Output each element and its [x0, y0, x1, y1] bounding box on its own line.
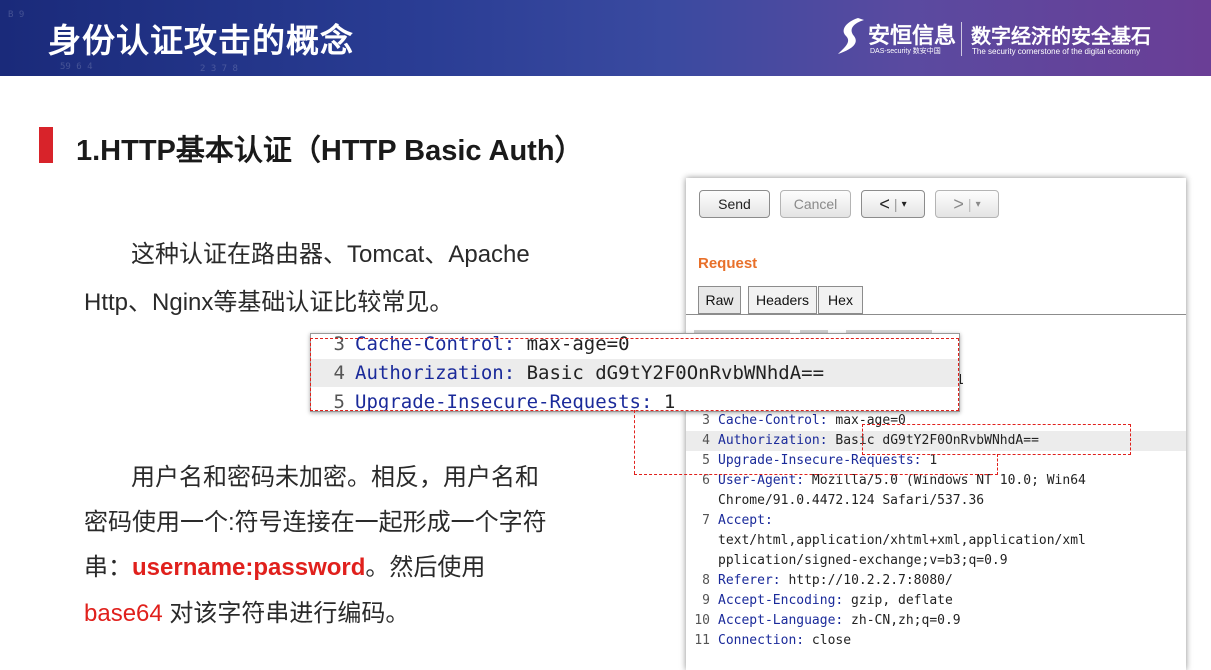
- header-key: Accept-Encoding:: [718, 593, 844, 608]
- header-line: Chrome/91.0.4472.124 Safari/537.36: [686, 491, 1186, 511]
- paragraph-2-line-3: 串：username:password。然后使用: [84, 547, 485, 582]
- page-title: 身份认证攻击的概念: [48, 22, 354, 59]
- base64-term: base64: [84, 600, 163, 627]
- header-key: Connection:: [718, 633, 805, 648]
- paragraph-2-line-1: 用户名和密码未加密。相反，用户名和: [131, 464, 539, 491]
- decor-digits: B 9: [8, 10, 25, 20]
- back-dropdown-icon: ▾: [901, 198, 907, 210]
- tab-headers[interactable]: Headers: [748, 286, 817, 314]
- forward-arrow-icon: >: [953, 193, 964, 214]
- header-value: zh-CN,zh;q=0.9: [843, 613, 961, 628]
- header-value: close: [804, 633, 852, 648]
- header-key: Upgrade-Insecure-Requests:: [718, 453, 922, 468]
- line-number: 7: [702, 513, 710, 528]
- paragraph-2-line-4-post: 对该字符串进行编码。: [162, 600, 410, 627]
- paragraph-2-line-2: 密码使用一个:符号连接在一起形成一个字符: [84, 509, 547, 536]
- zoom-highlight-box: [310, 338, 959, 411]
- logo-subname: DAS-security 数安中国: [870, 48, 941, 55]
- line-number: 5: [702, 453, 710, 468]
- request-label: Request: [698, 255, 758, 272]
- header-line: 9 Accept-Encoding: gzip, deflate: [686, 591, 1186, 611]
- header-line: 10 Accept-Language: zh-CN,zh;q=0.9: [686, 611, 1186, 631]
- logo-mark-icon: [838, 18, 864, 54]
- section-title: 1.HTTP基本认证（HTTP Basic Auth）: [76, 135, 584, 167]
- header-line: pplication/signed-exchange;v=b3;q=0.9: [686, 551, 1186, 571]
- paragraph-1-line-2: Http、Nginx等基础认证比较常见。: [84, 289, 454, 316]
- send-button[interactable]: Send: [699, 190, 770, 218]
- logo-slogan: 数字经济的安全基石: [971, 26, 1151, 48]
- connector-line: [634, 474, 998, 475]
- logo-divider: [961, 22, 962, 56]
- line-number: 8: [702, 573, 710, 588]
- tab-raw[interactable]: Raw: [698, 286, 741, 314]
- header-value: gzip, deflate: [843, 593, 953, 608]
- header-key: Accept-Language:: [718, 613, 844, 628]
- auth-value-highlight-box: [862, 424, 1131, 455]
- section-marker: [39, 127, 53, 163]
- paragraph-2-line-4: base64 对该字符串进行编码。: [84, 593, 409, 628]
- header-key: Authorization:: [718, 433, 828, 448]
- header-value: Mozilla/5.0 (Windows NT 10.0; Win64: [804, 473, 1086, 488]
- back-arrow-icon: <: [879, 193, 890, 214]
- back-button[interactable]: < | ▾: [861, 190, 925, 218]
- button-separator: |: [967, 196, 972, 212]
- connector-line: [634, 410, 635, 474]
- line-number: 9: [702, 593, 710, 608]
- line-number: 3: [702, 413, 710, 428]
- header-line: 11 Connection: close: [686, 631, 1186, 651]
- logo-slogan-en: The security cornerstone of the digital …: [972, 47, 1141, 56]
- decor-digits-2: 59 6 4: [60, 62, 93, 72]
- connector-line: [997, 454, 998, 475]
- credential-format: username:password: [132, 554, 366, 581]
- header-value: pplication/signed-exchange;v=b3;q=0.9: [718, 553, 1008, 568]
- header-line: text/html,application/xhtml+xml,applicat…: [686, 531, 1186, 551]
- paragraph-2-line-3-post: 。然后使用: [365, 554, 486, 581]
- header-key: Accept:: [718, 513, 773, 528]
- header-banner: B 9 59 6 4 2 3 7 8 身份认证攻击的概念 安恒信息 DAS-se…: [0, 0, 1211, 76]
- header-value: text/html,application/xhtml+xml,applicat…: [718, 533, 1086, 548]
- decor-digits-3: 2 3 7 8: [200, 64, 238, 74]
- header-value: Chrome/91.0.4472.124 Safari/537.36: [718, 493, 985, 508]
- tab-hex[interactable]: Hex: [818, 286, 863, 314]
- line-number: 11: [694, 633, 710, 648]
- header-value: http://10.2.2.7:8080/: [780, 573, 953, 588]
- line-number: 10: [694, 613, 710, 628]
- header-key: Referer:: [718, 573, 781, 588]
- header-key: User-Agent:: [718, 473, 805, 488]
- header-line: 7 Accept:: [686, 511, 1186, 531]
- header-line: 8 Referer: http://10.2.2.7:8080/: [686, 571, 1186, 591]
- header-key: Cache-Control:: [718, 413, 828, 428]
- tab-underline: [686, 314, 1186, 315]
- paragraph-2-line-3-pre: 串：: [84, 554, 132, 581]
- paragraph-1-line-1: 这种认证在路由器、Tomcat、Apache: [131, 241, 530, 268]
- header-value: 1: [921, 453, 938, 468]
- button-separator: |: [893, 196, 898, 212]
- line-number: 4: [702, 433, 710, 448]
- forward-dropdown-icon: ▾: [975, 198, 981, 210]
- cancel-button[interactable]: Cancel: [780, 190, 851, 218]
- forward-button[interactable]: > | ▾: [935, 190, 999, 218]
